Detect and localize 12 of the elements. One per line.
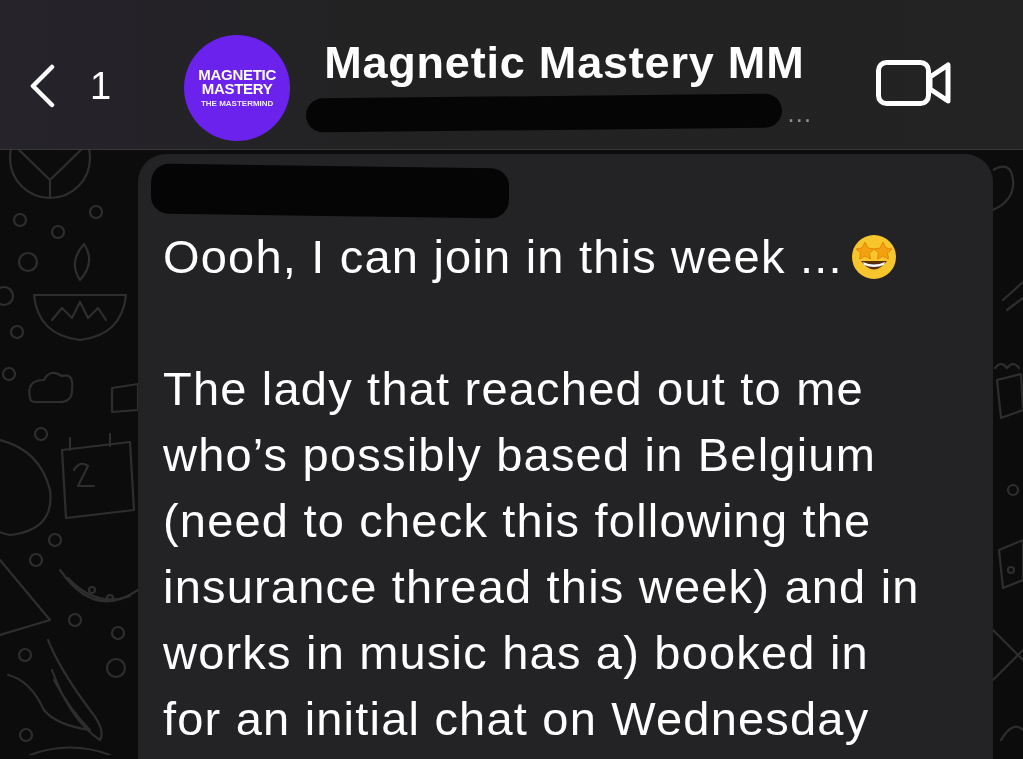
avatar-logo-text: MAGNETIC bbox=[198, 68, 276, 82]
back-button[interactable]: 1 bbox=[28, 64, 112, 108]
avatar-tagline: THE MASTERMIND bbox=[200, 99, 274, 108]
message-text: The lady that reached out to me who’s possibly based in Belgium (need to check this following the insurance thread this week) and in works in music has a) booked in for an initial chat on Wednesday bbox=[163, 361, 920, 747]
group-avatar[interactable]: MAGNETIC MASTERY THE MASTERMIND bbox=[184, 35, 291, 141]
chat-title: Magnetic Mastery MM bbox=[324, 38, 806, 88]
video-call-button[interactable] bbox=[876, 60, 953, 106]
avatar-logo-text: MASTERY bbox=[201, 82, 273, 96]
message-text: Oooh, I can join in this week ... bbox=[163, 229, 843, 285]
chat-subtitle: … bbox=[786, 98, 813, 128]
back-chevron-icon bbox=[28, 64, 56, 108]
video-camera-icon bbox=[876, 60, 953, 106]
